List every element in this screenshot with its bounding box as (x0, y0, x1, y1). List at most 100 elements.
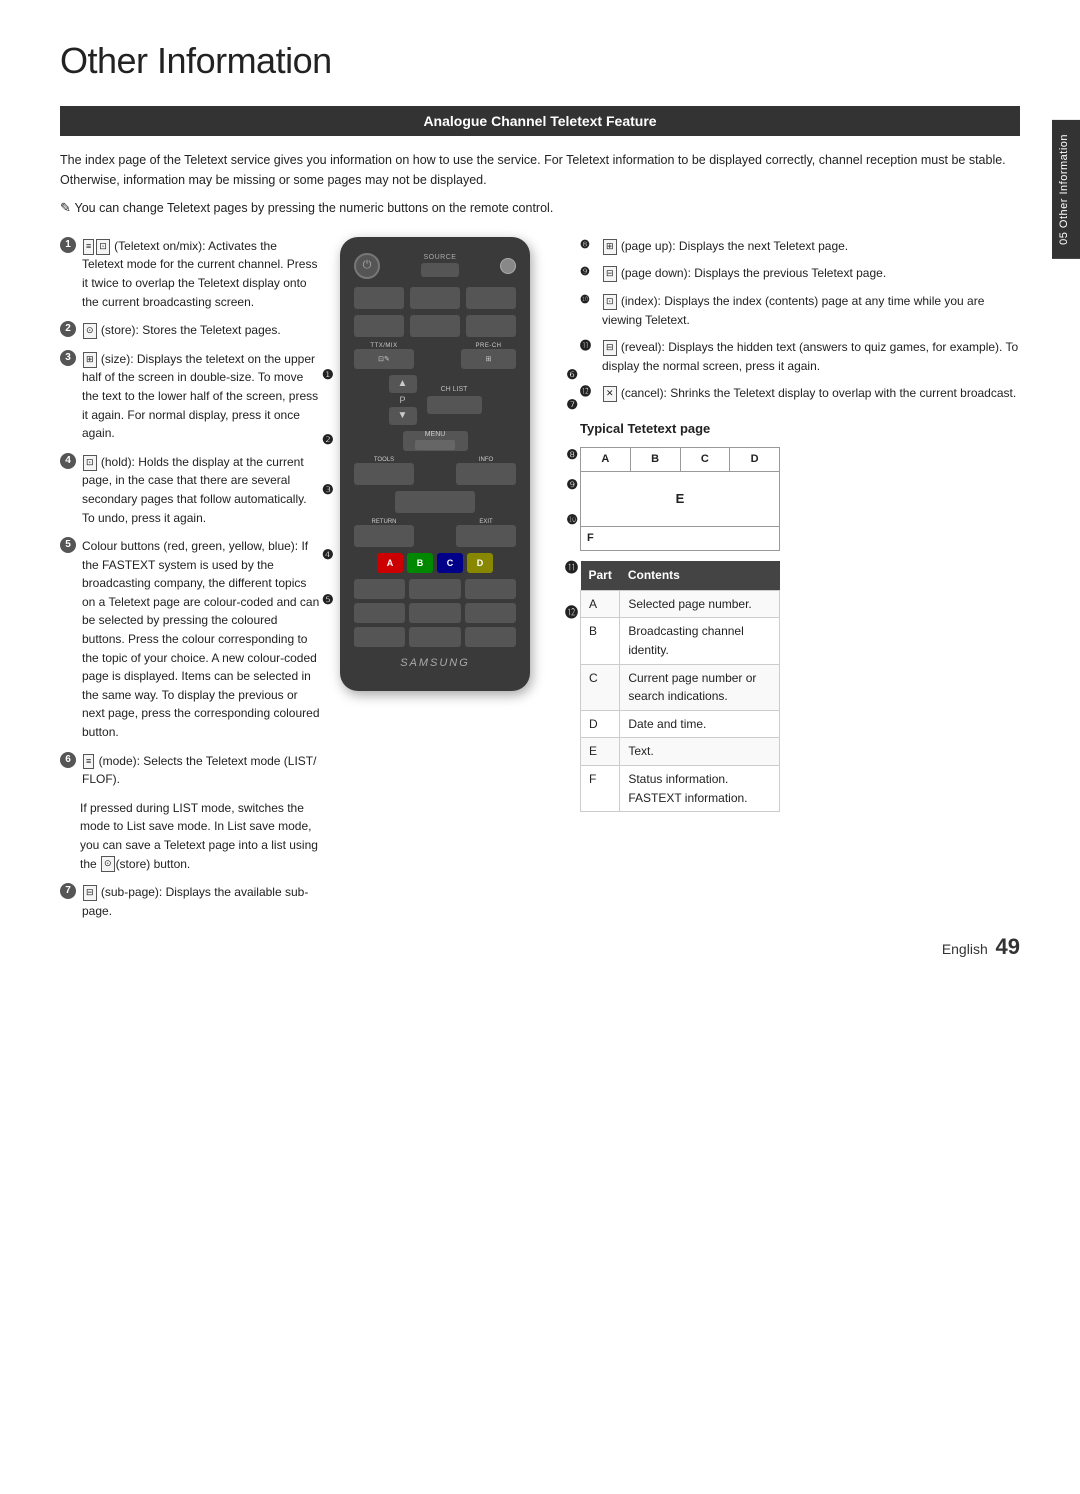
right-item-text-8: ⊞ (page up): Displays the next Teletext … (602, 237, 848, 256)
table-cell-contents: Status information. FASTEXT information. (620, 765, 780, 811)
tools-button[interactable]: TOOLS (354, 457, 414, 485)
teletext-section: Typical Tetetext page A B C D E F (580, 419, 1020, 812)
source-button[interactable] (421, 263, 459, 277)
teletext-body: E (581, 472, 779, 527)
num-btn-1[interactable] (354, 579, 405, 599)
up-arrow[interactable]: ▲ (389, 375, 417, 393)
ttx-label: TTX/MIX (370, 343, 397, 349)
note-text: You can change Teletext pages by pressin… (60, 198, 1020, 219)
table-cell-part: A (581, 590, 620, 618)
index-icon: ⊡ (603, 294, 617, 310)
item-text-5: Colour buttons (red, green, yellow, blue… (82, 537, 320, 742)
table-row: EText. (581, 738, 780, 766)
num-btn-4[interactable] (354, 603, 405, 623)
pageup-icon: ⊞ (603, 239, 617, 255)
right-item-text-11: ⊟ (reveal): Displays the hidden text (an… (602, 338, 1020, 375)
right-item-num-12: ⓬ (580, 384, 596, 401)
item-text-2: ⊙ (store): Stores the Teletext pages. (82, 321, 320, 340)
blank-btn-1[interactable] (354, 287, 404, 309)
teletext-icon: ≡ (83, 239, 94, 255)
item-number-1: 1 (60, 237, 76, 253)
btn-b[interactable]: B (407, 553, 433, 573)
right-list-item-9: ❾ ⊟ (page down): Displays the previous T… (580, 264, 1020, 283)
prech-inner: ⊞ (461, 349, 516, 369)
blank-wide-btn[interactable] (395, 491, 475, 513)
intro-text: The index page of the Teletext service g… (60, 150, 1020, 190)
info-button[interactable]: INFO (456, 457, 516, 485)
info-label: INFO (479, 457, 493, 463)
list-item: 4 ⊡ (hold): Holds the display at the cur… (60, 453, 320, 527)
blank-btn-4[interactable] (354, 315, 404, 337)
prech-button[interactable]: PRE-CH ⊞ (461, 343, 516, 369)
table-row: CCurrent page number or search indicatio… (581, 664, 780, 710)
info-inner (456, 463, 516, 485)
down-arrow[interactable]: ▼ (389, 407, 417, 425)
item-text-3: ⊞ (size): Displays the teletext on the u… (82, 350, 320, 443)
list-item: 5 Colour buttons (red, green, yellow, bl… (60, 537, 320, 742)
num-btn-8[interactable] (409, 627, 460, 647)
store-ref-icon: ⊙ (101, 856, 115, 872)
callout-4: ❹ (322, 547, 334, 563)
list-item: 3 ⊞ (size): Displays the teletext on the… (60, 350, 320, 443)
num-btn-3[interactable] (465, 579, 516, 599)
return-inner (354, 525, 414, 547)
menu-icon-bar (415, 440, 455, 450)
btn-a[interactable]: A (377, 553, 403, 573)
num-btn-6[interactable] (465, 603, 516, 623)
nav-area: ▲ P ▼ CH LIST (354, 375, 516, 425)
power-button[interactable]: ⏻ (354, 253, 380, 279)
right-item-num-9: ❾ (580, 264, 596, 281)
page-wrapper: Other Information Analogue Channel Telet… (0, 0, 1080, 990)
ir-sensor (500, 258, 516, 274)
sub-item-6: If pressed during LIST mode, switches th… (80, 799, 320, 873)
item-number-5: 5 (60, 537, 76, 553)
btn-c[interactable]: C (437, 553, 463, 573)
table-cell-contents: Date and time. (620, 710, 780, 738)
blank-btn-2[interactable] (410, 287, 460, 309)
item-number-4: 4 (60, 453, 76, 469)
table-row: DDate and time. (581, 710, 780, 738)
table-cell-contents: Selected page number. (620, 590, 780, 618)
blank-btn-3[interactable] (466, 287, 516, 309)
size-icon: ⊞ (83, 352, 97, 368)
right-list-item-11: ⓫ ⊟ (reveal): Displays the hidden text (… (580, 338, 1020, 375)
teletext-cell-c: C (681, 448, 731, 471)
btn-d[interactable]: D (467, 553, 493, 573)
exit-button[interactable]: EXIT (456, 519, 516, 547)
prech-icon: ⊞ (486, 355, 492, 363)
samsung-label: SAMSUNG (400, 657, 470, 669)
return-button[interactable]: RETURN (354, 519, 414, 547)
chlist-button[interactable] (427, 396, 482, 414)
item-text-4: ⊡ (hold): Holds the display at the curre… (82, 453, 320, 527)
table-header-part: Part (581, 561, 620, 590)
table-cell-contents: Text. (620, 738, 780, 766)
callout-2: ❷ (322, 432, 334, 448)
blank-row-1 (354, 287, 516, 309)
p-label: P (399, 395, 405, 405)
chlist-label: CH LIST (441, 386, 468, 393)
tools-info-row: TOOLS INFO (354, 457, 516, 485)
page-title: Other Information (60, 40, 1020, 82)
side-tab-label: 05 Other Information (1058, 134, 1070, 245)
blank-btn-6[interactable] (466, 315, 516, 337)
table-header-contents: Contents (620, 561, 780, 590)
teletext-footer: F (581, 527, 779, 550)
menu-button[interactable]: MENU (403, 431, 468, 451)
callout-5: ❺ (322, 592, 334, 608)
callout-11: ⓫ (565, 557, 578, 576)
num-btn-7[interactable] (354, 627, 405, 647)
right-item-text-12: ✕ (cancel): Shrinks the Teletext display… (602, 384, 1016, 403)
channel-nav: ▲ P ▼ (389, 375, 417, 425)
ttx-icon: ⊡✎ (378, 355, 390, 363)
blank-btn-5[interactable] (410, 315, 460, 337)
footer-bar: English 49 (942, 934, 1020, 960)
section-header: Analogue Channel Teletext Feature (60, 106, 1020, 136)
num-btn-5[interactable] (409, 603, 460, 623)
hold-icon: ⊡ (83, 455, 97, 471)
item-number-2: 2 (60, 321, 76, 337)
num-btn-9[interactable] (465, 627, 516, 647)
teletext-header-row: A B C D (581, 448, 779, 472)
ttx-mix-button[interactable]: TTX/MIX ⊡✎ (354, 343, 414, 369)
num-btn-2[interactable] (409, 579, 460, 599)
callout-6: ❻ (566, 367, 578, 383)
